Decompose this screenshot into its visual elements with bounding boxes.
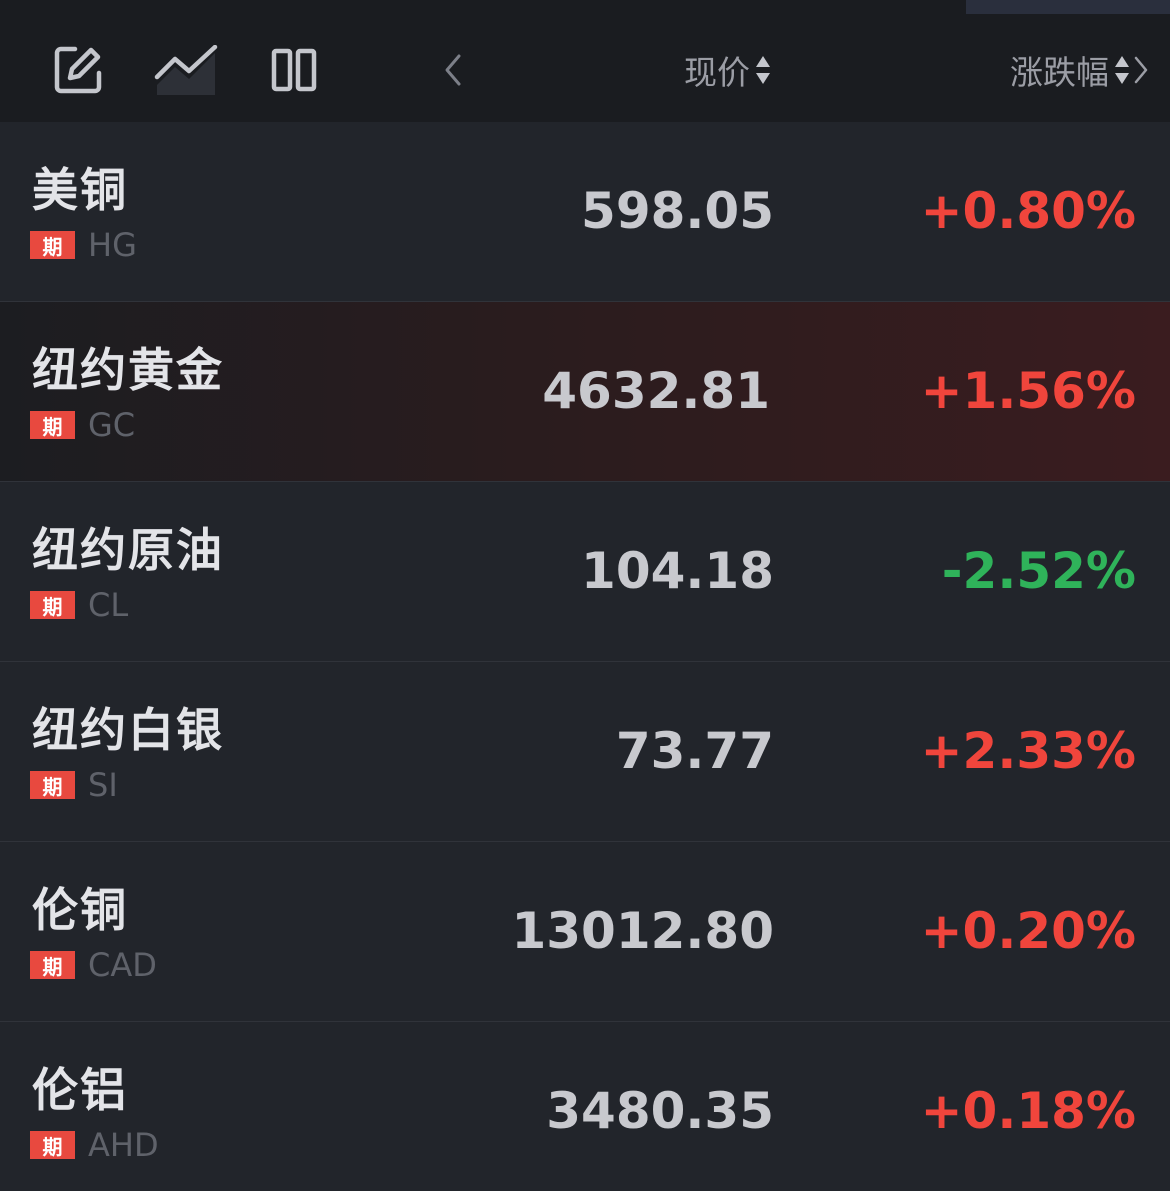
instrument-name: 美铜 <box>32 163 128 217</box>
percent-change: +0.18% <box>920 1082 1136 1140</box>
list-item[interactable]: 美铜 期 HG 598.05 +0.80% <box>0 122 1170 302</box>
list-header: 现价 涨跌幅 <box>0 0 1170 122</box>
instrument-code: SI <box>88 766 118 804</box>
list-item[interactable]: 纽约黄金 期 GC 4632.81 +1.56% <box>0 302 1170 482</box>
list-item[interactable]: 伦铝 期 AHD 3480.35 +0.18% <box>0 1022 1170 1191</box>
price-column-header[interactable]: 现价 <box>684 40 772 100</box>
futures-badge: 期 <box>30 231 75 259</box>
current-price: 73.77 <box>615 722 774 780</box>
quote-list: 美铜 期 HG 598.05 +0.80% 纽约黄金 期 GC 4632.81 … <box>0 122 1170 1191</box>
instrument-code: GC <box>88 406 136 444</box>
instrument-name: 伦铜 <box>32 883 128 937</box>
current-price: 4632.81 <box>542 362 770 420</box>
percent-change: +0.80% <box>920 182 1136 240</box>
instrument-code: HG <box>88 226 137 264</box>
instrument-name: 纽约原油 <box>32 523 224 577</box>
instrument-code: CAD <box>88 946 157 984</box>
current-price: 3480.35 <box>546 1082 774 1140</box>
sort-arrows-icon <box>1115 56 1129 84</box>
trend-chart-icon[interactable] <box>150 40 222 100</box>
sort-arrows-icon <box>756 56 770 84</box>
chevron-left-icon[interactable] <box>436 40 470 100</box>
change-header-label: 涨跌幅 <box>1010 53 1109 92</box>
chevron-right-icon[interactable] <box>1133 55 1149 85</box>
futures-badge: 期 <box>30 591 75 619</box>
instrument-name: 纽约白银 <box>32 703 224 757</box>
current-price: 104.18 <box>581 542 774 600</box>
current-price: 598.05 <box>581 182 774 240</box>
instrument-name: 纽约黄金 <box>32 343 224 397</box>
list-item[interactable]: 纽约白银 期 SI 73.77 +2.33% <box>0 662 1170 842</box>
quote-list-page: 现价 涨跌幅 美铜 期 HG 598.05 +0.80% 纽约黄金 期 GC 4… <box>0 0 1170 1191</box>
futures-badge: 期 <box>30 1131 75 1159</box>
top-edge-strip <box>966 0 1170 14</box>
futures-badge: 期 <box>30 771 75 799</box>
change-column-header[interactable]: 涨跌幅 <box>1010 40 1149 100</box>
futures-badge: 期 <box>30 411 75 439</box>
percent-change: -2.52% <box>941 542 1136 600</box>
list-item[interactable]: 纽约原油 期 CL 104.18 -2.52% <box>0 482 1170 662</box>
percent-change: +1.56% <box>920 362 1136 420</box>
price-header-label: 现价 <box>684 53 750 92</box>
edit-icon[interactable] <box>46 40 110 100</box>
list-item[interactable]: 伦铜 期 CAD 13012.80 +0.20% <box>0 842 1170 1022</box>
instrument-name: 伦铝 <box>32 1063 128 1117</box>
current-price: 13012.80 <box>511 902 774 960</box>
instrument-code: AHD <box>88 1126 159 1164</box>
futures-badge: 期 <box>30 951 75 979</box>
percent-change: +0.20% <box>920 902 1136 960</box>
percent-change: +2.33% <box>920 722 1136 780</box>
instrument-code: CL <box>88 586 129 624</box>
columns-icon[interactable] <box>262 40 326 100</box>
